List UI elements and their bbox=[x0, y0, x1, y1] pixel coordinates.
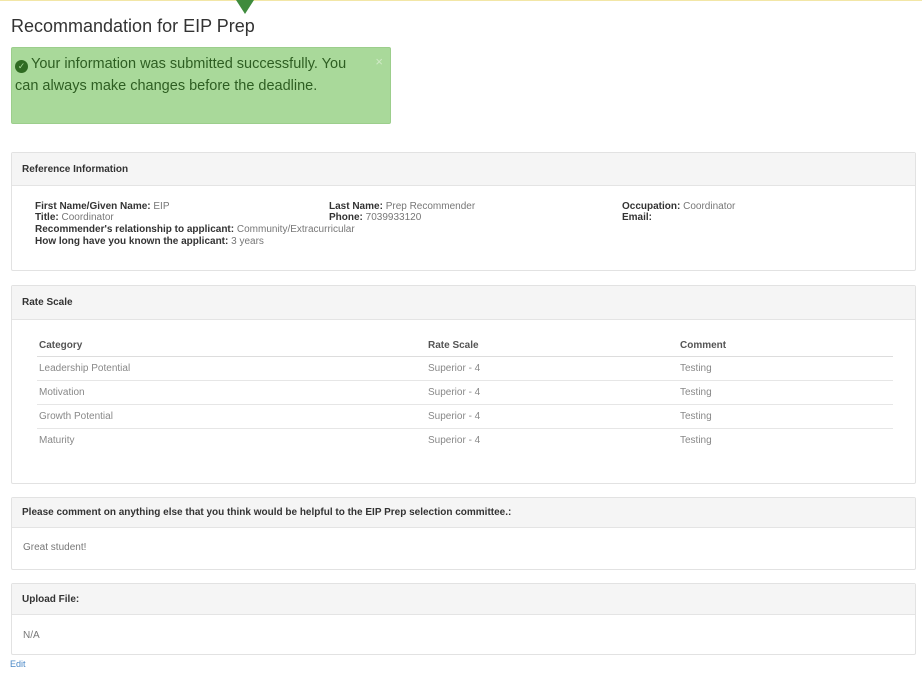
cell-comment: Testing bbox=[680, 434, 712, 446]
reference-information-panel: Reference Information First Name/Given N… bbox=[11, 152, 916, 271]
cell-rate: Superior - 4 bbox=[426, 356, 678, 381]
upload-file-heading: Upload File: bbox=[12, 584, 915, 615]
title-value: Coordinator bbox=[61, 212, 114, 223]
email-label: Email: bbox=[622, 212, 653, 223]
known-duration-field: How long have you known the applicant: 3… bbox=[35, 236, 264, 247]
page-title: Recommandation for EIP Prep bbox=[11, 16, 255, 36]
rate-scale-panel: Rate Scale Category Rate Scale Comment L… bbox=[11, 285, 916, 484]
phone-label: Phone: bbox=[329, 212, 363, 223]
cell-category: Maturity bbox=[39, 434, 75, 446]
table-header-row: Category Rate Scale Comment bbox=[37, 335, 893, 357]
edit-link[interactable]: Edit bbox=[10, 659, 26, 669]
occupation-field: Occupation: Coordinator bbox=[622, 201, 735, 212]
reference-information-heading: Reference Information bbox=[12, 153, 915, 186]
email-field: Email: bbox=[622, 212, 652, 223]
additional-comment-heading: Please comment on anything else that you… bbox=[12, 498, 915, 528]
known-duration-label: How long have you known the applicant: bbox=[35, 236, 229, 247]
cell-comment: Testing bbox=[678, 404, 893, 429]
top-divider bbox=[0, 0, 922, 1]
rate-scale-heading: Rate Scale bbox=[12, 286, 915, 320]
last-name-field: Last Name: Prep Recommender bbox=[329, 201, 475, 212]
column-header-comment: Comment bbox=[678, 335, 893, 357]
additional-comment-value: Great student! bbox=[23, 542, 87, 553]
table-row: Growth Potential Superior - 4 Testing bbox=[37, 404, 893, 429]
success-alert: ✓ Your information was submitted successf… bbox=[11, 47, 391, 124]
upload-file-panel: Upload File: N/A bbox=[11, 583, 916, 655]
cell-category: Growth Potential bbox=[37, 404, 426, 429]
occupation-label: Occupation: bbox=[622, 201, 681, 212]
cell-comment: Testing bbox=[678, 380, 893, 405]
column-header-category: Category bbox=[37, 335, 426, 357]
occupation-value: Coordinator bbox=[683, 201, 736, 212]
title-label: Title: bbox=[35, 212, 59, 223]
column-header-rate-scale: Rate Scale bbox=[426, 335, 678, 357]
last-name-value: Prep Recommender bbox=[385, 201, 476, 212]
relationship-label: Recommender's relationship to applicant: bbox=[35, 224, 235, 235]
cell-category: Motivation bbox=[37, 380, 426, 405]
close-icon[interactable]: × bbox=[375, 51, 383, 73]
cell-rate: Superior - 4 bbox=[426, 380, 678, 405]
alert-message: Your information was submitted successfu… bbox=[15, 56, 347, 94]
cell-rate: Superior - 4 bbox=[426, 404, 678, 429]
first-name-value: EIP bbox=[153, 201, 170, 212]
first-name-field: First Name/Given Name: EIP bbox=[35, 201, 170, 212]
pointer-arrow-icon bbox=[236, 0, 254, 14]
title-field: Title: Coordinator bbox=[35, 212, 114, 223]
table-row: Motivation Superior - 4 Testing bbox=[37, 380, 893, 405]
relationship-field: Recommender's relationship to applicant:… bbox=[35, 224, 355, 235]
relationship-value: Community/Extracurricular bbox=[236, 224, 355, 235]
phone-value: 7039933120 bbox=[365, 212, 422, 223]
check-circle-icon: ✓ bbox=[15, 60, 28, 73]
rate-scale-table: Category Rate Scale Comment Leadership P… bbox=[37, 335, 893, 452]
upload-file-value: N/A bbox=[23, 630, 40, 641]
cell-rate: Superior - 4 bbox=[428, 434, 481, 446]
first-name-label: First Name/Given Name: bbox=[35, 201, 151, 212]
phone-field: Phone: 7039933120 bbox=[329, 212, 421, 223]
last-name-label: Last Name: bbox=[329, 201, 383, 212]
cell-comment: Testing bbox=[678, 356, 893, 381]
cell-category: Leadership Potential bbox=[37, 356, 426, 381]
table-row: Leadership Potential Superior - 4 Testin… bbox=[37, 356, 893, 381]
table-row: Maturity Superior - 4 Testing bbox=[37, 428, 893, 452]
known-duration-value: 3 years bbox=[231, 236, 264, 247]
additional-comment-panel: Please comment on anything else that you… bbox=[11, 497, 916, 570]
